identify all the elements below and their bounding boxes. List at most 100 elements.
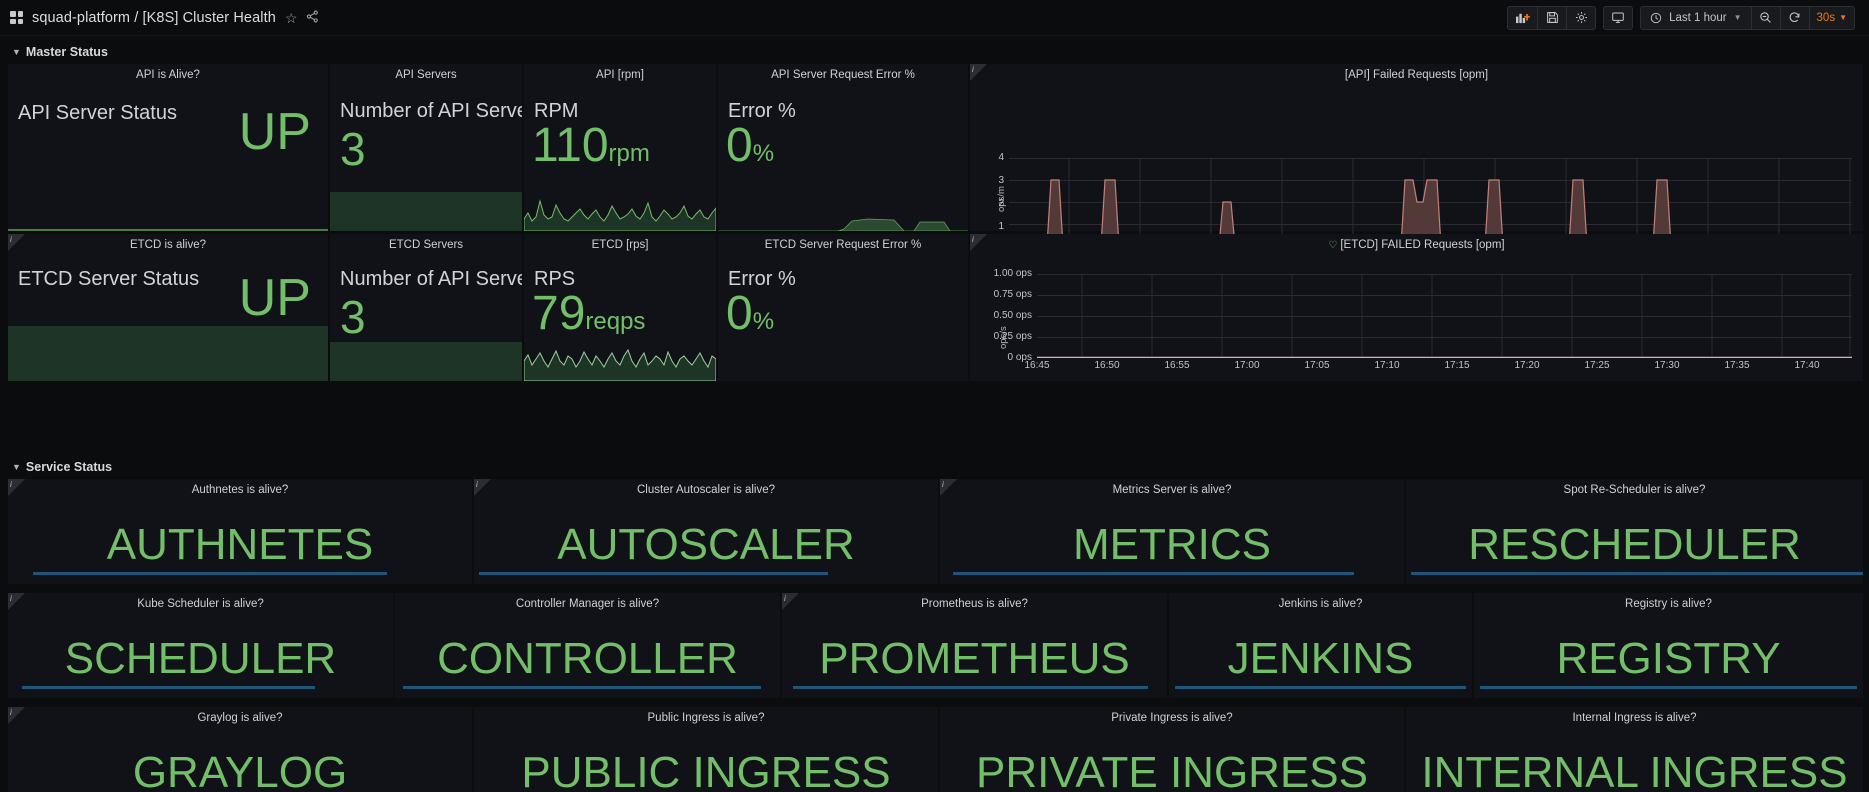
time-range-label: Last 1 hour [1669, 11, 1727, 24]
panel-service-8[interactable]: Registry is alive? REGISTRY [1474, 593, 1863, 698]
panel-service-1[interactable]: i Cluster Autoscaler is alive? AUTOSCALE… [474, 479, 938, 584]
stat-value: METRICS [1073, 520, 1271, 569]
sparkline-chart [524, 199, 716, 231]
stat-value: CONTROLLER [437, 634, 738, 683]
panel-baseline [403, 686, 761, 689]
x-tick: 17:20 [1514, 360, 1540, 371]
singlestat: ETCD Server Status UP [8, 234, 328, 381]
panel-etcd-servers[interactable]: ETCD Servers Number of API Servers 3 [330, 234, 522, 381]
row-header-service-status[interactable]: ▼ Service Status [12, 460, 112, 474]
singlestat: RPM 110rpm [524, 64, 716, 231]
toolbar-edit-group [1507, 5, 1597, 30]
panel-title: ♡ [ETCD] FAILED Requests [opm] [970, 239, 1863, 251]
panel-service-4[interactable]: i Kube Scheduler is alive? SCHEDULER [8, 593, 393, 698]
panel-title: [API] Failed Requests [opm] [1344, 69, 1489, 81]
stat-prefix: API Server Status [18, 102, 177, 124]
stat-unit: % [752, 308, 775, 335]
time-range-picker[interactable]: Last 1 hour ▼ [1640, 5, 1752, 30]
singlestat: Number of API Servers 3 [330, 64, 522, 231]
sparkline-chart [718, 218, 968, 231]
panel-etcd-rps[interactable]: ETCD [rps] RPS 79reqps [524, 234, 716, 381]
add-panel-button[interactable] [1507, 5, 1539, 30]
stat-number: 79 [532, 287, 586, 340]
panel-api-error-pct[interactable]: API Server Request Error % Error % 0% [718, 64, 968, 231]
stat-value: PUBLIC INGRESS [521, 748, 891, 792]
panel-title: Controller Manager is alive? [515, 598, 660, 610]
y-tick: 0.25 ops [993, 331, 1032, 342]
stat-value: SCHEDULER [64, 634, 337, 683]
stat-value: REGISTRY [1556, 634, 1781, 683]
toolbar: Last 1 hour ▼ 30s ▼ [1507, 5, 1855, 30]
row-title: Service Status [25, 460, 113, 474]
stat-number: 0 [726, 119, 753, 172]
chevron-down-icon: ▼ [12, 47, 21, 57]
panel-title: Prometheus is alive? [921, 598, 1028, 610]
panel-title: Kube Scheduler is alive? [137, 598, 264, 610]
panel-service-12[interactable]: Internal Ingress is alive? INTERNAL INGR… [1406, 707, 1863, 792]
panel-service-10[interactable]: Public Ingress is alive? PUBLIC INGRESS [474, 707, 938, 792]
stat-value: GRAYLOG [132, 748, 348, 792]
panel-baseline [8, 229, 328, 231]
x-tick: 17:00 [1234, 360, 1260, 371]
x-tick: 17:05 [1304, 360, 1330, 371]
save-dashboard-button[interactable] [1538, 5, 1568, 30]
panel-api-is-alive[interactable]: API is Alive? API Server Status UP [8, 64, 328, 231]
panel-api-failed-requests[interactable]: i [API] Failed Requests [opm] ops/m 4 3 … [970, 64, 1863, 258]
panel-service-0[interactable]: i Authnetes is alive? AUTHNETES [8, 479, 472, 584]
heart-icon: ♡ [1328, 240, 1338, 251]
panel-service-11[interactable]: Private Ingress is alive? PRIVATE INGRES… [940, 707, 1404, 792]
panel-api-servers[interactable]: API Servers Number of API Servers 3 [330, 64, 522, 231]
panel-title: Public Ingress is alive? [647, 712, 765, 724]
refresh-interval-label: 30s [1816, 11, 1836, 24]
x-tick: 17:15 [1444, 360, 1470, 371]
stat-unit: % [752, 140, 775, 167]
panel-baseline [22, 686, 315, 689]
stat-value: 3 [340, 291, 366, 343]
stat-prefix: ETCD Server Status [18, 268, 200, 290]
panel-service-3[interactable]: Spot Re-Scheduler is alive? RESCHEDULER [1406, 479, 1863, 584]
sparkline-fill [330, 192, 522, 231]
panel-service-6[interactable]: i Prometheus is alive? PROMETHEUS [782, 593, 1167, 698]
time-controls-group: Last 1 hour ▼ 30s ▼ [1640, 5, 1855, 30]
panel-title: Jenkins is alive? [1278, 598, 1363, 610]
panel-title: Internal Ingress is alive? [1572, 712, 1697, 724]
star-icon[interactable]: ☆ [285, 11, 298, 25]
dashboard-settings-button[interactable] [1567, 5, 1597, 30]
singlestat: RPS 79reqps [524, 234, 716, 381]
chevron-down-icon: ▼ [1733, 13, 1742, 22]
panel-title: Authnetes is alive? [191, 484, 289, 496]
x-tick: 16:55 [1164, 360, 1190, 371]
stat-value: 3 [340, 123, 366, 175]
page-title[interactable]: squad-platform / [K8S] Cluster Health [32, 10, 276, 26]
panel-service-9[interactable]: i Graylog is alive? GRAYLOG [8, 707, 472, 792]
stat-value: UP [238, 103, 311, 161]
chevron-down-icon: ▼ [1839, 13, 1847, 22]
panel-etcd-is-alive[interactable]: i ETCD is alive? ETCD Server Status UP [8, 234, 328, 381]
singlestat: Error % 0% [718, 64, 968, 231]
tv-mode-button[interactable] [1603, 5, 1634, 30]
refresh-button[interactable] [1780, 5, 1810, 30]
y-tick: 2 [998, 198, 1004, 209]
stat-value: RESCHEDULER [1468, 520, 1801, 569]
panel-etcd-failed-requests[interactable]: i ♡ [ETCD] FAILED Requests [opm] ops/s 1.… [970, 234, 1863, 381]
stat-unit: rpm [608, 140, 650, 167]
y-tick: 0.50 ops [993, 310, 1032, 321]
x-tick: 17:30 [1654, 360, 1680, 371]
panel-service-5[interactable]: Controller Manager is alive? CONTROLLER [395, 593, 780, 698]
share-icon[interactable] [306, 10, 319, 25]
stat-value: 79reqps [532, 290, 645, 338]
panel-baseline [33, 572, 387, 575]
panel-service-2[interactable]: i Metrics Server is alive? METRICS [940, 479, 1404, 584]
row-header-master-status[interactable]: ▼ Master Status [12, 45, 108, 59]
y-tick: 3 [998, 175, 1004, 186]
dashboard-grid-icon[interactable] [10, 11, 23, 24]
panel-etcd-error-pct[interactable]: ETCD Server Request Error % Error % 0% [718, 234, 968, 381]
stat-unit: reqps [585, 308, 646, 335]
panel-service-7[interactable]: Jenkins is alive? JENKINS [1169, 593, 1472, 698]
refresh-interval-picker[interactable]: 30s ▼ [1809, 5, 1855, 30]
panel-title-text: [ETCD] FAILED Requests [opm] [1340, 239, 1505, 251]
panel-api-rpm[interactable]: API [rpm] RPM 110rpm [524, 64, 716, 231]
zoom-out-time-button[interactable] [1751, 5, 1781, 30]
panel-title: Metrics Server is alive? [1112, 484, 1232, 496]
y-tick: 0.75 ops [993, 289, 1032, 300]
